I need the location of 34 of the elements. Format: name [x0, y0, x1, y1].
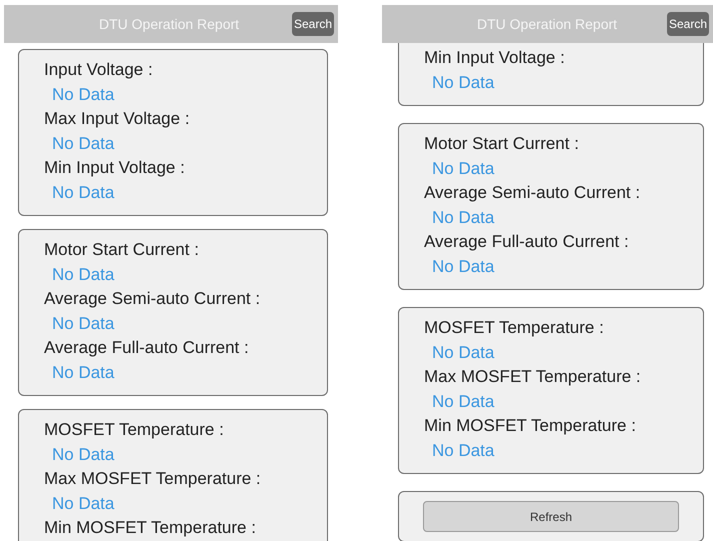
- field-label: Input Voltage :: [44, 59, 154, 81]
- search-button[interactable]: Search: [666, 12, 709, 36]
- field-value: No Data: [431, 256, 496, 278]
- field-value: No Data: [431, 72, 496, 94]
- field-label: Motor Start Current :: [424, 133, 580, 155]
- field-value: No Data: [51, 444, 116, 466]
- field-label: Average Full-auto Current :: [44, 337, 250, 359]
- field-label: Average Semi-auto Current :: [424, 182, 642, 204]
- search-button[interactable]: Search: [292, 12, 334, 36]
- field-label: Max MOSFET Temperature :: [424, 366, 642, 388]
- field-label: Motor Start Current :: [44, 239, 200, 261]
- field-label: Min MOSFET Temperature :: [44, 517, 257, 539]
- field-value: No Data: [431, 342, 496, 364]
- field-value: No Data: [51, 492, 116, 514]
- field-label: Max Input Voltage :: [44, 108, 191, 130]
- field-value: No Data: [431, 440, 496, 462]
- field-value: No Data: [431, 390, 496, 412]
- field-label: Min Input Voltage :: [44, 157, 186, 179]
- field-label: MOSFET Temperature :: [424, 317, 605, 339]
- field-label: Min Input Voltage :: [424, 47, 566, 69]
- field-value: No Data: [51, 312, 116, 334]
- field-label: Average Full-auto Current :: [424, 231, 630, 253]
- field-value: No Data: [51, 264, 116, 286]
- field-label: MOSFET Temperature :: [44, 419, 225, 441]
- field-label: Average Semi-auto Current :: [44, 288, 262, 310]
- field-label: Min MOSFET Temperature :: [424, 415, 637, 437]
- field-value: No Data: [51, 84, 116, 106]
- field-value: No Data: [51, 132, 116, 154]
- field-value: No Data: [51, 362, 116, 384]
- field-value: No Data: [431, 206, 496, 228]
- field-value: No Data: [51, 182, 116, 204]
- field-value: No Data: [431, 158, 496, 180]
- refresh-button[interactable]: Refresh: [423, 501, 679, 532]
- field-label: Max MOSFET Temperature :: [44, 468, 262, 490]
